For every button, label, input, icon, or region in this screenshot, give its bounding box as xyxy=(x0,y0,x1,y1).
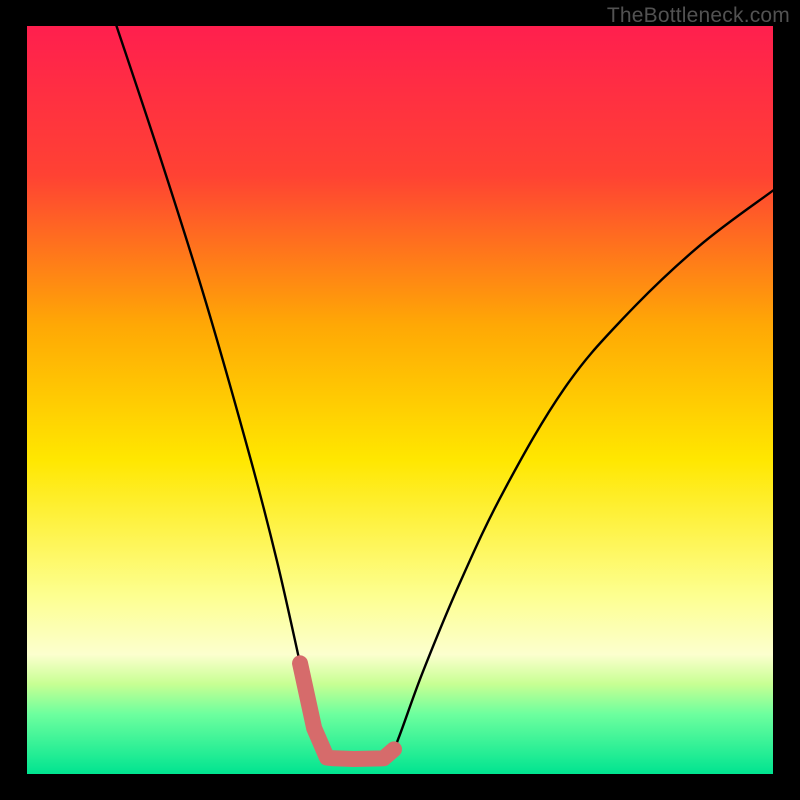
gradient-background xyxy=(27,26,773,774)
chart-svg xyxy=(27,26,773,774)
chart-frame xyxy=(27,26,773,774)
watermark-text: TheBottleneck.com xyxy=(607,4,790,28)
